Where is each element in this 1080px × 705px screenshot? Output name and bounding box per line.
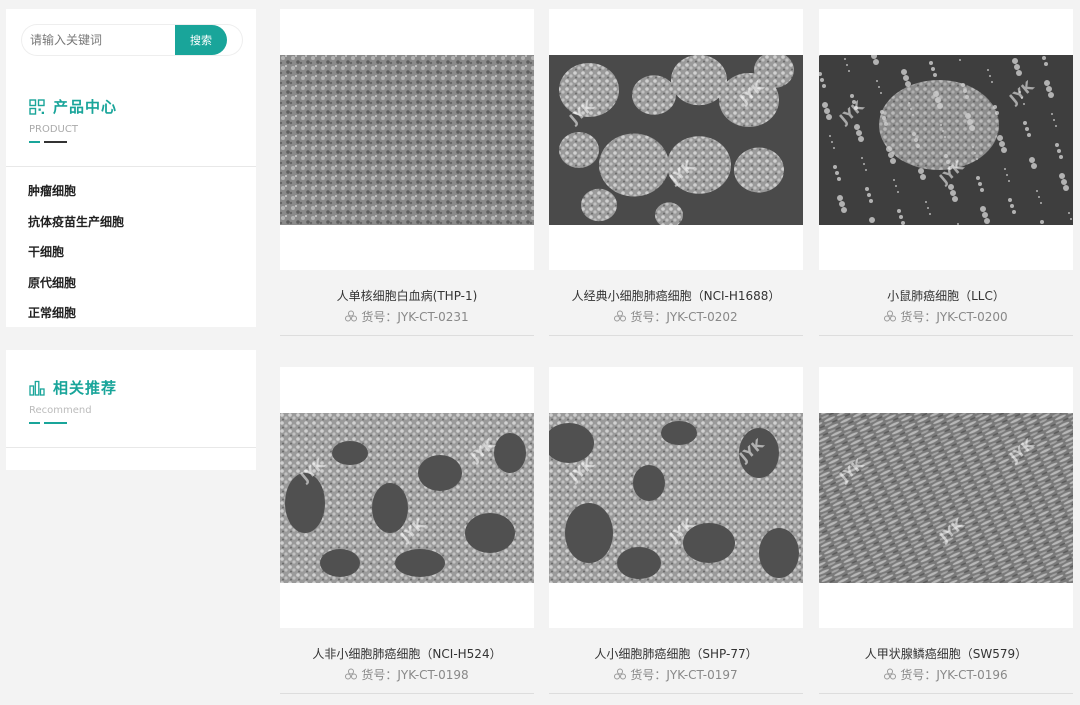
search-button[interactable]: 搜索 bbox=[175, 25, 227, 55]
product-code-text: 货号：JYK-CT-0200 bbox=[900, 310, 1008, 324]
card-bottom-line bbox=[280, 693, 534, 694]
cell-micrograph bbox=[280, 55, 534, 225]
product-code-text: 货号：JYK-CT-0202 bbox=[630, 310, 738, 324]
product-image[interactable]: JYK JYK JYK bbox=[549, 55, 803, 225]
product-section-title: 产品中心 bbox=[53, 98, 118, 116]
page: 搜索 产品中心 PRODUCT 肿瘤细胞 抗体疫苗生产细胞 干细胞 原代细胞 bbox=[0, 0, 1080, 705]
product-name[interactable]: 小鼠肺癌细胞（LLC） bbox=[819, 287, 1073, 304]
card-bottom-line bbox=[819, 335, 1073, 336]
product-image[interactable]: JYK JYK JYK bbox=[819, 55, 1073, 225]
product-card[interactable]: JYK JYK JYK 人非小细胞肺癌细胞（NCI-H524） 货号：JYK-CT-01… bbox=[280, 367, 534, 695]
search-input[interactable] bbox=[22, 25, 172, 55]
cell-micrograph bbox=[280, 413, 534, 583]
cluster-icon bbox=[614, 668, 627, 680]
cell-micrograph bbox=[819, 413, 1073, 583]
product-name[interactable]: 人单核细胞白血病(THP-1) bbox=[280, 287, 534, 304]
product-image[interactable] bbox=[280, 55, 534, 225]
product-card[interactable]: JYK JYK JYK 人小细胞肺癌细胞（SHP-77） 货号：JYK-CT-0197 bbox=[549, 367, 803, 695]
cluster-icon bbox=[884, 668, 897, 680]
search-bar: 搜索 bbox=[22, 25, 242, 55]
product-name[interactable]: 人经典小细胞肺癌细胞（NCI-H1688） bbox=[549, 287, 803, 304]
product-code: 货号：JYK-CT-0196 bbox=[819, 666, 1073, 683]
divider bbox=[6, 447, 256, 448]
category-item[interactable]: 抗体疫苗生产细胞 bbox=[28, 215, 124, 246]
grid-icon bbox=[29, 98, 45, 115]
product-section-header: 产品中心 PRODUCT bbox=[29, 96, 117, 143]
product-image[interactable]: JYK JYK JYK bbox=[549, 413, 803, 583]
product-image[interactable]: JYK JYK JYK bbox=[280, 413, 534, 583]
cell-micrograph bbox=[549, 55, 803, 225]
cluster-icon bbox=[345, 310, 358, 322]
category-item[interactable]: 肿瘤细胞 bbox=[28, 184, 124, 215]
product-code: 货号：JYK-CT-0200 bbox=[819, 308, 1073, 325]
product-code-text: 货号：JYK-CT-0196 bbox=[900, 668, 1008, 682]
cell-micrograph bbox=[819, 55, 1073, 225]
category-list: 肿瘤细胞 抗体疫苗生产细胞 干细胞 原代细胞 正常细胞 bbox=[28, 184, 124, 337]
product-name[interactable]: 人小细胞肺癌细胞（SHP-77） bbox=[549, 645, 803, 662]
cluster-icon bbox=[345, 668, 358, 680]
category-item[interactable]: 正常细胞 bbox=[28, 306, 124, 337]
product-image[interactable]: JYK JYK JYK bbox=[819, 413, 1073, 583]
product-code-text: 货号：JYK-CT-0231 bbox=[361, 310, 469, 324]
section-underline bbox=[29, 141, 69, 143]
sidebar-product-box: 搜索 产品中心 PRODUCT 肿瘤细胞 抗体疫苗生产细胞 干细胞 原代细胞 bbox=[6, 9, 256, 327]
card-bottom-line bbox=[549, 693, 803, 694]
card-bottom-line bbox=[280, 335, 534, 336]
category-item[interactable]: 原代细胞 bbox=[28, 276, 124, 307]
cluster-icon bbox=[884, 310, 897, 322]
product-code: 货号：JYK-CT-0231 bbox=[280, 308, 534, 325]
section-underline bbox=[29, 422, 69, 424]
product-name[interactable]: 人甲状腺鳞癌细胞（SW579） bbox=[819, 645, 1073, 662]
product-section-subtitle: PRODUCT bbox=[29, 124, 78, 135]
card-bottom-line bbox=[549, 335, 803, 336]
product-card[interactable]: 人单核细胞白血病(THP-1) 货号：JYK-CT-0231 bbox=[280, 9, 534, 337]
product-code-text: 货号：JYK-CT-0197 bbox=[630, 668, 738, 682]
product-card[interactable]: JYK JYK JYK 人经典小细胞肺癌细胞（NCI-H1688） 货号：JYK-CT-… bbox=[549, 9, 803, 337]
cluster-icon bbox=[614, 310, 627, 322]
divider bbox=[6, 166, 256, 167]
product-card[interactable]: JYK JYK JYK 小鼠肺癌细胞（LLC） 货号：JYK-CT-0200 bbox=[819, 9, 1073, 337]
product-name[interactable]: 人非小细胞肺癌细胞（NCI-H524） bbox=[280, 645, 534, 662]
product-code-text: 货号：JYK-CT-0198 bbox=[361, 668, 469, 682]
product-card[interactable]: JYK JYK JYK 人甲状腺鳞癌细胞（SW579） 货号：JYK-CT-0196 bbox=[819, 367, 1073, 695]
recommend-section-subtitle: Recommend bbox=[29, 405, 92, 416]
category-item[interactable]: 干细胞 bbox=[28, 245, 124, 276]
recommend-section-title: 相关推荐 bbox=[53, 379, 118, 397]
product-code: 货号：JYK-CT-0197 bbox=[549, 666, 803, 683]
product-code: 货号：JYK-CT-0198 bbox=[280, 666, 534, 683]
recommend-section-header: 相关推荐 Recommend bbox=[29, 377, 117, 424]
cell-micrograph bbox=[549, 413, 803, 583]
product-code: 货号：JYK-CT-0202 bbox=[549, 308, 803, 325]
card-bottom-line bbox=[819, 693, 1073, 694]
bar-chart-icon bbox=[29, 380, 45, 396]
sidebar-recommend-box: 相关推荐 Recommend bbox=[6, 350, 256, 470]
